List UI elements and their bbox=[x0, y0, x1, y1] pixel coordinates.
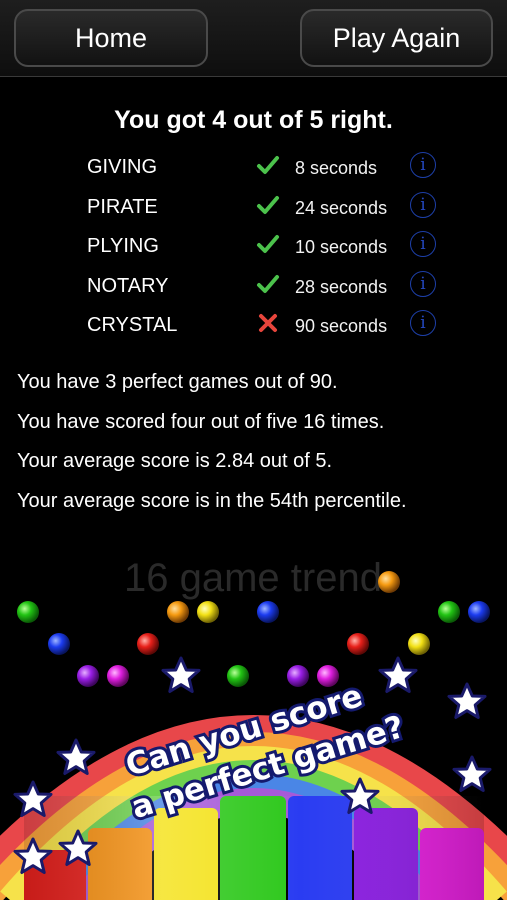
stat-line: You have scored four out of five 16 time… bbox=[17, 410, 385, 433]
info-icon[interactable]: i bbox=[410, 231, 436, 257]
trend-ball bbox=[167, 601, 189, 623]
check-icon bbox=[257, 156, 279, 174]
time-label: 28 seconds bbox=[295, 277, 388, 297]
time-label: 10 seconds bbox=[295, 237, 388, 257]
time-label: 90 seconds bbox=[295, 316, 388, 336]
word-label: CRYSTAL bbox=[87, 314, 178, 336]
trend-title: 16 game trend bbox=[124, 556, 382, 600]
trend-ball bbox=[17, 601, 39, 623]
trend-ball bbox=[408, 633, 430, 655]
trend-ball bbox=[347, 633, 369, 655]
word-label: PLYING bbox=[87, 235, 159, 257]
word-row: PLYING 10 seconds i bbox=[0, 227, 507, 265]
stat-line: Your average score is in the 54th percen… bbox=[17, 489, 407, 512]
trend-ball bbox=[227, 665, 249, 687]
word-row: PIRATE 24 seconds i bbox=[0, 188, 507, 226]
word-row: CRYSTAL 90 seconds i bbox=[0, 306, 507, 344]
word-label: NOTARY bbox=[87, 275, 169, 297]
trend-ball bbox=[438, 601, 460, 623]
stat-line: Your average score is 2.84 out of 5. bbox=[17, 450, 333, 472]
star-icon bbox=[161, 656, 201, 693]
star-icon bbox=[447, 682, 487, 719]
word-label: GIVING bbox=[87, 156, 158, 178]
info-icon[interactable]: i bbox=[410, 271, 436, 297]
result-title: You got 4 out of 5 right. bbox=[114, 106, 393, 134]
trend-ball bbox=[468, 601, 490, 623]
word-row: GIVING 8 seconds i bbox=[0, 148, 507, 186]
promo-scene: 16 game trend Can you score a perfect ga… bbox=[0, 556, 507, 900]
stat-line: You have 3 perfect games out of 90. bbox=[17, 371, 338, 393]
trend-ball bbox=[107, 665, 129, 687]
trend-ball bbox=[378, 571, 400, 593]
word-label: PIRATE bbox=[87, 196, 158, 218]
info-icon[interactable]: i bbox=[410, 310, 436, 336]
info-icon[interactable]: i bbox=[410, 192, 436, 218]
trend-ball bbox=[287, 665, 309, 687]
check-icon bbox=[257, 235, 279, 253]
time-label: 24 seconds bbox=[295, 198, 388, 218]
check-icon bbox=[257, 196, 279, 214]
trend-ball bbox=[77, 665, 99, 687]
info-icon[interactable]: i bbox=[410, 152, 436, 178]
cross-icon bbox=[259, 314, 277, 332]
star-icon bbox=[378, 656, 418, 693]
trend-ball bbox=[257, 601, 279, 623]
play-again-button[interactable]: Play Again bbox=[300, 9, 493, 67]
time-label: 8 seconds bbox=[295, 158, 378, 178]
star-icon bbox=[452, 755, 492, 792]
stats-block: You have 3 perfect games out of 90. You … bbox=[17, 369, 497, 527]
trend-ball bbox=[137, 633, 159, 655]
trend-ball bbox=[197, 601, 219, 623]
home-button[interactable]: Home bbox=[14, 9, 208, 67]
trend-ball bbox=[48, 633, 70, 655]
word-row: NOTARY 28 seconds i bbox=[0, 267, 507, 305]
top-bar: Home Play Again bbox=[0, 0, 507, 77]
check-icon bbox=[257, 275, 279, 293]
